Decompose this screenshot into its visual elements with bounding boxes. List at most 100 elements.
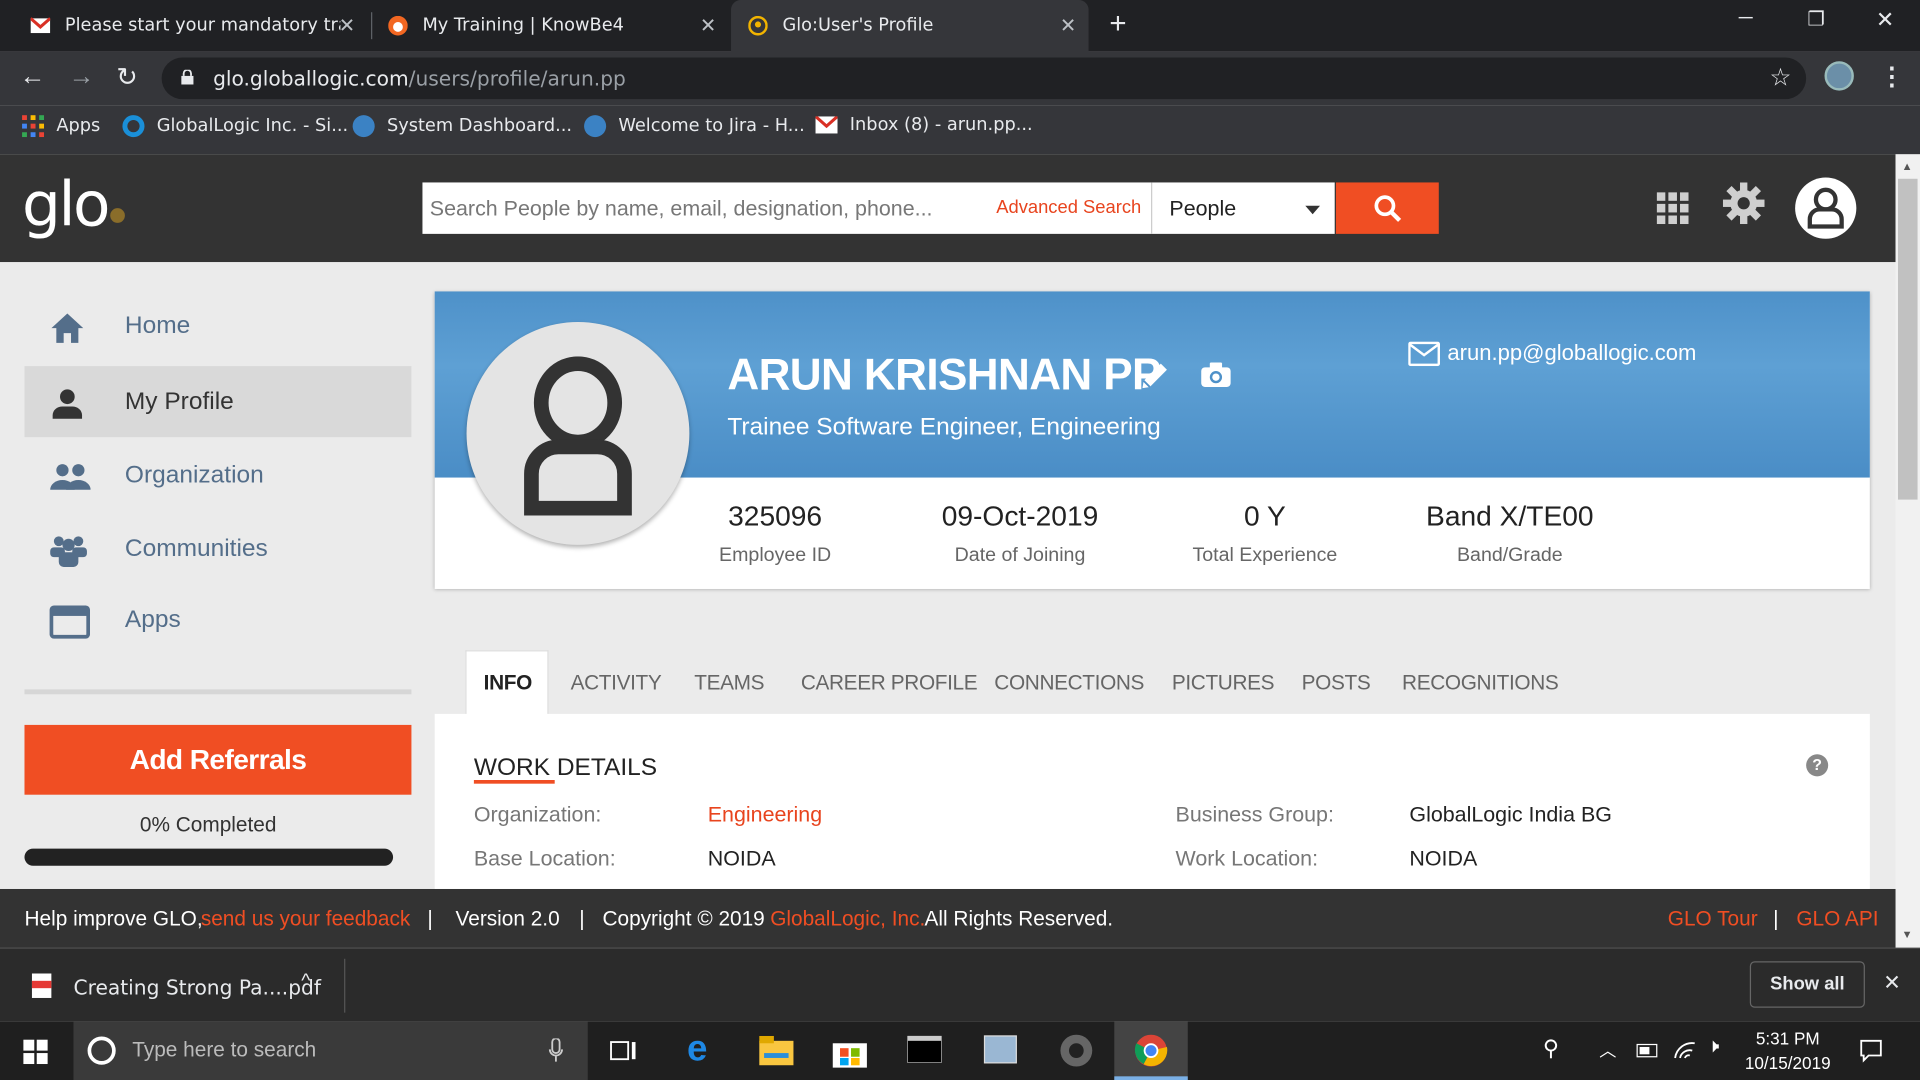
bookmark-label: System Dashboard... — [386, 116, 573, 136]
bookmark-label: Apps — [56, 116, 101, 136]
sidebar-item-apps[interactable]: Apps — [24, 584, 411, 655]
windows-start-icon[interactable] — [23, 1039, 48, 1065]
terminal-icon[interactable] — [907, 1035, 942, 1063]
stat-label: Employee ID — [719, 544, 832, 566]
footer-help-text: Help improve GLO, — [24, 907, 203, 931]
tab-career-profile[interactable]: CAREER PROFILE — [801, 671, 978, 695]
search-button[interactable] — [1335, 182, 1439, 234]
notifications-icon[interactable] — [1859, 1038, 1883, 1063]
chrome-taskbar-button[interactable] — [1114, 1021, 1188, 1080]
tab-activity[interactable]: ACTIVITY — [571, 671, 662, 695]
bookmark-system-dashboard[interactable]: System Dashboard... — [352, 115, 573, 138]
help-icon[interactable]: ? — [1806, 754, 1829, 777]
home-icon — [51, 313, 84, 343]
back-icon[interactable]: ← — [20, 62, 46, 91]
browser-toolbar: ← → ↻ glo.globallogic.com/users/profile/… — [0, 51, 1920, 106]
profile-email[interactable]: arun.pp@globallogic.com — [1408, 340, 1696, 366]
bookmark-inbox[interactable]: Inbox (8) - arun.pp... — [815, 115, 1033, 135]
browser-tab-gmail[interactable]: Please start your mandatory trair ✕ — [0, 0, 367, 51]
screen: Please start your mandatory trair ✕ My T… — [0, 0, 1920, 1080]
volume-muted-icon[interactable]: 🕨 — [1707, 1036, 1719, 1058]
close-tab-icon[interactable]: ✕ — [339, 13, 355, 36]
sidebar-item-label: My Profile — [124, 387, 234, 415]
chrome-menu-icon[interactable]: ⋮ — [1880, 61, 1904, 92]
organization-icon — [50, 464, 91, 490]
chrome-profile-avatar[interactable] — [1824, 61, 1854, 91]
browser-tab-knowbe4[interactable]: My Training | KnowBe4 ✕ — [373, 0, 728, 51]
reload-icon[interactable]: ↻ — [116, 62, 138, 93]
taskbar-clock[interactable]: 5:31 PM 10/15/2019 — [1736, 1026, 1839, 1075]
store-icon[interactable] — [832, 1036, 867, 1068]
profile-designation: Trainee Software Engineer, Engineering — [727, 413, 1161, 441]
scroll-up-icon[interactable]: ▲ — [1902, 160, 1913, 172]
tab-info[interactable]: INFO — [484, 671, 533, 695]
tab-recognitions[interactable]: RECOGNITIONS — [1402, 671, 1559, 695]
wifi-icon[interactable] — [1673, 1038, 1697, 1060]
new-tab-icon[interactable]: + — [1109, 7, 1126, 41]
close-window-icon[interactable]: ✕ — [1876, 7, 1894, 33]
pdf-file-icon — [31, 973, 52, 998]
tab-separator — [371, 12, 373, 40]
user-avatar-button[interactable] — [1795, 177, 1857, 239]
battery-icon[interactable] — [1636, 1041, 1660, 1061]
tab-connections[interactable]: CONNECTIONS — [994, 671, 1144, 695]
taskbar-search-box[interactable]: Type here to search — [73, 1021, 588, 1080]
task-view-icon[interactable] — [610, 1038, 637, 1062]
scroll-thumb[interactable] — [1897, 178, 1918, 500]
browser-tab-glo[interactable]: Glo:User's Profile ✕ — [731, 0, 1089, 52]
field-value-organization[interactable]: Engineering — [708, 802, 822, 828]
address-bar[interactable]: glo.globallogic.com/users/profile/arun.p… — [161, 57, 1807, 100]
sidebar-item-my-profile[interactable]: My Profile — [24, 366, 412, 438]
edit-pencil-icon[interactable] — [1139, 360, 1171, 392]
people-icon[interactable]: ⚲ — [1543, 1036, 1559, 1062]
tab-pictures[interactable]: PICTURES — [1172, 671, 1275, 695]
download-bar: Creating Strong Pa....pdf ^ Show all ✕ — [0, 947, 1920, 1022]
close-tab-icon[interactable]: ✕ — [1060, 13, 1076, 36]
edge-icon[interactable]: e — [687, 1029, 707, 1071]
advanced-search-link[interactable]: Advanced Search — [996, 197, 1141, 218]
gear-icon[interactable] — [1722, 182, 1765, 225]
show-all-button[interactable]: Show all — [1749, 961, 1865, 1008]
scroll-down-icon[interactable]: ▼ — [1902, 928, 1913, 940]
company-link[interactable]: GlobalLogic, Inc. — [770, 907, 925, 931]
chevron-up-icon[interactable]: ︿ — [1599, 1038, 1616, 1062]
people-search-input[interactable]: Search People by name, email, designatio… — [422, 182, 1152, 234]
glo-logo[interactable]: glo — [22, 169, 126, 240]
bookmarks-bar: Apps GlobalLogic Inc. - Si... System Das… — [0, 105, 1920, 155]
tab-posts[interactable]: POSTS — [1302, 671, 1371, 695]
restore-icon[interactable]: ❐ — [1807, 7, 1825, 31]
camera-icon[interactable] — [1200, 360, 1232, 389]
rights-text: All Rights Reserved. — [924, 907, 1114, 931]
bookmark-globallogic[interactable]: GlobalLogic Inc. - Si... — [122, 115, 348, 138]
forward-icon[interactable]: → — [69, 62, 95, 91]
chevron-down-icon — [1305, 205, 1321, 215]
minimize-icon[interactable]: ─ — [1739, 7, 1753, 29]
page-scrollbar[interactable]: ▲ ▼ — [1895, 154, 1920, 948]
user-icon — [1807, 187, 1844, 229]
close-tab-icon[interactable]: ✕ — [700, 13, 716, 36]
sidebar-item-organization[interactable]: Organization — [24, 440, 411, 511]
sidebar-item-communities[interactable]: Communities — [24, 513, 411, 584]
tab-teams[interactable]: TEAMS — [694, 671, 764, 695]
bookmark-jira[interactable]: Welcome to Jira - H... — [584, 115, 805, 138]
app-grid-icon[interactable] — [1656, 192, 1689, 225]
taskbar-app-icon[interactable] — [982, 1033, 1019, 1067]
settings-app-icon[interactable] — [1058, 1032, 1095, 1069]
glo-tour-link[interactable]: GLO Tour — [1668, 907, 1758, 931]
close-download-bar-icon[interactable]: ✕ — [1883, 971, 1900, 995]
stat-total-experience: 0 Y Total Experience — [1142, 500, 1387, 567]
microphone-icon[interactable] — [548, 1038, 564, 1062]
field-label-base-location: Base Location: — [473, 846, 616, 871]
search-scope-select[interactable]: People — [1151, 182, 1335, 234]
chevron-up-icon[interactable]: ^ — [301, 971, 310, 993]
file-explorer-icon[interactable] — [759, 1035, 794, 1066]
feedback-link[interactable]: send us your feedback — [201, 907, 410, 931]
bookmark-star-icon[interactable]: ☆ — [1769, 62, 1791, 93]
stat-value: 09-Oct-2019 — [941, 499, 1099, 532]
sidebar-item-home[interactable]: Home — [24, 290, 411, 361]
mail-icon — [1408, 341, 1441, 366]
bookmark-apps[interactable]: Apps — [22, 115, 101, 138]
add-referrals-button[interactable]: Add Referrals — [24, 724, 412, 795]
download-item[interactable]: Creating Strong Pa....pdf — [73, 976, 321, 999]
glo-api-link[interactable]: GLO API — [1796, 907, 1878, 931]
